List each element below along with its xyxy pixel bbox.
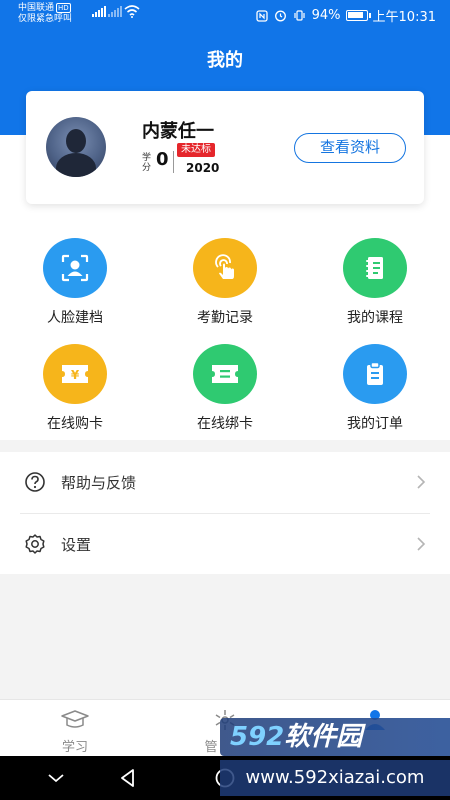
- battery-percent: 94%: [311, 8, 341, 23]
- svg-text:¥: ¥: [71, 368, 80, 382]
- chevron-right-icon: [417, 475, 426, 489]
- user-name: 内蒙任一: [142, 121, 214, 142]
- grid-item-my-orders[interactable]: 我的订单: [325, 344, 425, 433]
- menu-item-label: 设置: [61, 536, 92, 554]
- graduation-cap-icon: [61, 710, 89, 728]
- watermark-url: www.592xiazai.com: [220, 760, 450, 796]
- menu-item-settings[interactable]: 设置: [0, 514, 450, 574]
- menu-divider: [20, 513, 430, 514]
- menu-item-label: 帮助与反馈: [61, 474, 137, 492]
- vibrate-icon: [293, 9, 307, 23]
- status-badge: 未达标: [177, 143, 215, 157]
- credit-divider: [173, 151, 174, 173]
- watermark-text: 软件园: [284, 722, 363, 752]
- menu-item-help-feedback[interactable]: 帮助与反馈: [0, 452, 450, 512]
- clipboard-icon: [343, 344, 407, 404]
- back-icon[interactable]: [116, 766, 140, 790]
- watermark-logo: 592软件园: [220, 718, 450, 756]
- notebook-icon: [343, 238, 407, 298]
- grid-item-buy-card[interactable]: ¥ 在线购卡: [25, 344, 125, 433]
- nav-tab-study[interactable]: 学习: [0, 700, 150, 757]
- year-label: 2020: [186, 161, 220, 175]
- profile-card: 内蒙任一 学分 0 未达标 2020 查看资料: [26, 91, 424, 204]
- yuan-ticket-icon: ¥: [43, 344, 107, 404]
- grid-label: 在线绑卡: [197, 416, 253, 432]
- credit-label: 学分: [142, 153, 152, 173]
- view-profile-button[interactable]: 查看资料: [294, 133, 406, 163]
- credit-value: 0: [156, 149, 169, 170]
- help-icon: [25, 472, 45, 492]
- touch-icon: [193, 238, 257, 298]
- grid-item-bind-card[interactable]: 在线绑卡: [175, 344, 275, 433]
- signal-icon-2: [108, 6, 122, 17]
- chevron-right-icon: [417, 537, 426, 551]
- ticket-icon: [193, 344, 257, 404]
- face-scan-icon: [43, 238, 107, 298]
- nfc-icon: [255, 9, 269, 23]
- signal-icon: [92, 6, 106, 17]
- grid-label: 我的课程: [347, 310, 403, 326]
- grid-label: 我的订单: [347, 416, 403, 432]
- carrier-name: 中国联通: [18, 3, 55, 13]
- status-right: 94% 上午10:31: [255, 6, 436, 25]
- grid-item-my-courses[interactable]: 我的课程: [325, 238, 425, 327]
- grid-label: 考勤记录: [197, 310, 253, 326]
- status-bar: 中国联通 HD 仅限紧急呼叫 94% 上午10:31: [0, 0, 450, 30]
- nav-label: 学习: [61, 740, 88, 755]
- watermark-number: 592: [230, 722, 285, 752]
- emergency-text: 仅限紧急呼叫: [18, 14, 73, 24]
- carrier-info: 中国联通 HD 仅限紧急呼叫: [18, 3, 72, 25]
- grid-label: 在线购卡: [47, 416, 103, 432]
- grid-item-attendance[interactable]: 考勤记录: [175, 238, 275, 327]
- clock: 上午10:31: [372, 10, 436, 25]
- settings-icon: [25, 534, 45, 554]
- wifi-icon: [124, 5, 140, 18]
- hd-badge: HD: [56, 3, 71, 13]
- chevron-down-icon[interactable]: [44, 766, 68, 790]
- avatar[interactable]: [46, 117, 106, 177]
- alarm-icon: [274, 9, 288, 23]
- page-title: 我的: [207, 50, 243, 71]
- grid-item-face-archive[interactable]: 人脸建档: [25, 238, 125, 327]
- grid-label: 人脸建档: [47, 310, 103, 326]
- battery-icon: [345, 10, 371, 21]
